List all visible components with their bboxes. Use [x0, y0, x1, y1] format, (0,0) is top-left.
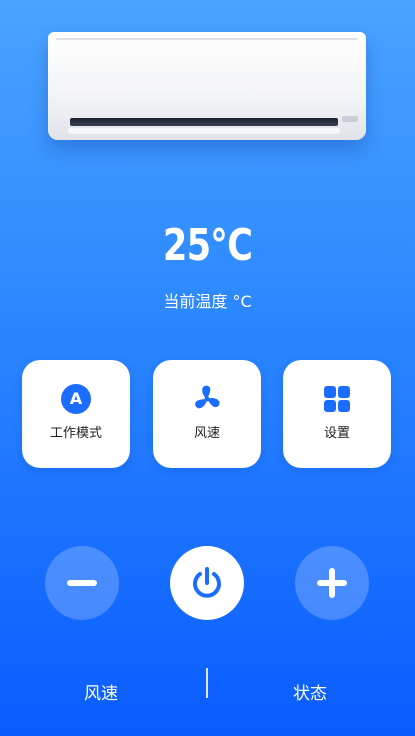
ac-body — [48, 32, 366, 140]
power-icon — [193, 567, 221, 598]
decrease-temperature-button[interactable] — [45, 546, 119, 620]
fan-speed-label: 风速 — [193, 426, 220, 441]
work-mode-button[interactable]: A 工作模式 — [22, 360, 130, 468]
tab-status[interactable]: 状态 — [293, 684, 327, 704]
increase-temperature-button[interactable] — [295, 546, 369, 620]
power-button[interactable] — [170, 546, 244, 620]
fan-icon — [192, 384, 222, 414]
bottom-divider — [206, 668, 208, 698]
minus-icon — [67, 580, 97, 586]
plus-icon — [317, 568, 347, 598]
temperature-label: 当前温度 °C — [163, 292, 252, 311]
settings-label: 设置 — [323, 426, 350, 441]
ac-louver — [68, 128, 340, 134]
settings-button[interactable]: 设置 — [283, 360, 391, 468]
ac-vent — [70, 118, 338, 126]
grid-icon — [322, 384, 352, 414]
ac-top-line — [56, 38, 358, 40]
fan-speed-button[interactable]: 风速 — [153, 360, 261, 468]
tab-fan-speed[interactable]: 风速 — [84, 684, 118, 704]
mode-letter: A — [61, 384, 91, 414]
mode-a-icon: A — [61, 384, 91, 414]
work-mode-label: 工作模式 — [49, 426, 102, 441]
temperature-value: 25°C — [162, 220, 253, 271]
air-conditioner-image — [48, 32, 366, 144]
ac-indicator — [342, 116, 358, 122]
